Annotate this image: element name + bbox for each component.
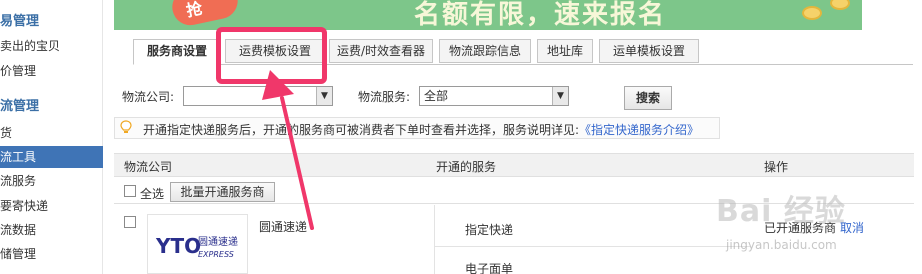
annotation-arrow-icon xyxy=(262,70,314,230)
